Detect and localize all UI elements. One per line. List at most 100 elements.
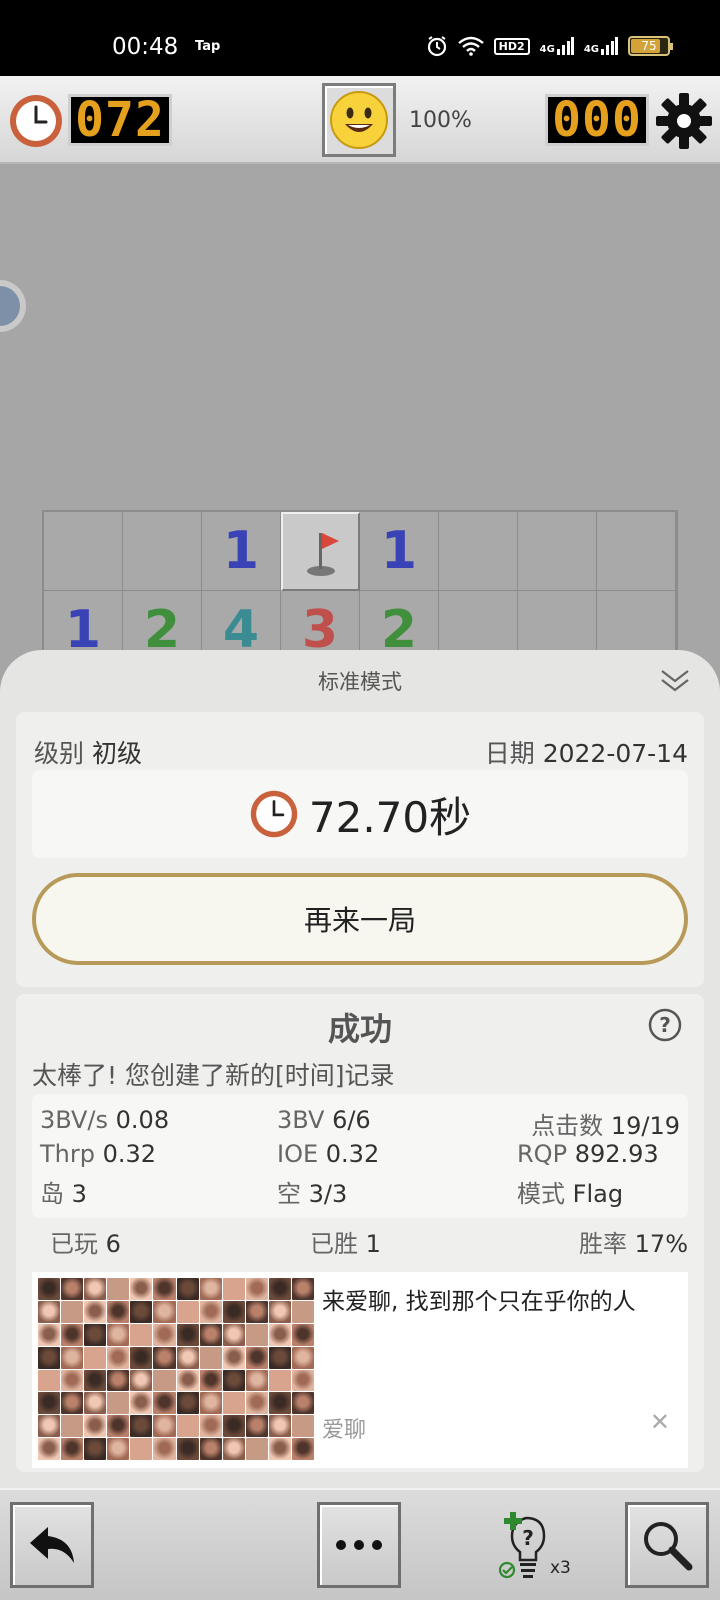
ad-thumbnail-tile [268,1415,291,1438]
replay-button[interactable]: 再来一局 [32,873,688,965]
ad-thumbnail-tile [84,1278,107,1300]
signal-2-icon: 4G [584,37,618,55]
ad-thumbnail-tile [222,1415,245,1438]
level-label: 级别 [34,739,85,768]
ad-thumbnail-tile [176,1438,199,1460]
stat-3bv: 3BV 6/6 [277,1106,371,1134]
ad-text[interactable]: 来爱聊, 找到那个只在乎你的人 [322,1282,636,1316]
number-cell[interactable]: 1 [202,512,281,591]
ad-thumbnail-tile [268,1323,291,1346]
hint-button[interactable]: ? x3 [498,1512,578,1588]
ad-thumbnail-tile [153,1369,176,1392]
ad-thumbnail-tile [130,1415,153,1438]
ad-banner[interactable]: 来爱聊, 找到那个只在乎你的人 爱聊 ✕ [32,1272,688,1468]
smiley-button[interactable] [322,83,396,157]
ad-thumbnail-tile [107,1346,130,1369]
ad-thumbnail-tile [61,1346,84,1369]
date-label: 日期 [484,739,535,768]
date-value: 2022-07-14 [542,739,688,768]
ad-thumbnail-tile [291,1278,314,1300]
ad-thumbnail-tile [38,1438,61,1460]
ad-thumbnail-tile [61,1323,84,1346]
ad-thumbnail-tile [38,1300,61,1323]
ad-thumbnail-tile [222,1278,245,1300]
empty-cell[interactable] [123,512,202,591]
ad-thumbnail-tile [176,1369,199,1392]
svg-text:?: ? [522,1526,534,1550]
ad-thumbnail-tile [245,1392,268,1415]
bottom-toolbar: ? x3 [0,1488,720,1600]
ad-thumbnail-tile [222,1346,245,1369]
more-dots-icon [336,1540,382,1550]
time-card: 级别 初级 日期 2022-07-14 72.70秒 再来一局 [16,712,704,987]
ad-thumbnail-tile [107,1438,130,1460]
zoom-level[interactable]: 100% [409,108,472,133]
ad-thumbnail-tile [199,1369,222,1392]
network-type-1: 4G [539,44,555,55]
date-info: 日期 2022-07-14 [485,734,688,770]
more-button[interactable] [317,1502,401,1588]
ad-thumbnail-tile [222,1300,245,1323]
ad-thumbnail-tile [107,1323,130,1346]
result-title: 成功 [327,1010,392,1048]
ad-thumbnail-tile [84,1323,107,1346]
ad-thumbnail-tile [153,1438,176,1460]
search-button[interactable] [625,1502,709,1588]
ad-thumbnail-tile [268,1392,291,1415]
ad-thumbnail-tile [245,1323,268,1346]
ad-thumbnail-tile [130,1369,153,1392]
cell-number: 1 [380,521,418,581]
undo-button[interactable] [10,1502,94,1588]
help-icon[interactable]: ? [648,1008,682,1042]
ad-thumbnail-tile [268,1278,291,1300]
ad-thumbnail-tile [291,1300,314,1323]
stat-clicks: 点击数 19/19 [531,1112,680,1140]
ad-thumbnail-tile [176,1300,199,1323]
empty-cell[interactable] [597,512,676,591]
ad-thumbnail-tile [291,1369,314,1392]
ad-thumbnail-tile [199,1415,222,1438]
ad-image[interactable] [38,1278,314,1460]
ad-thumbnail-tile [84,1369,107,1392]
hint-count: x3 [550,1558,571,1578]
ad-close-button[interactable]: ✕ [650,1408,670,1436]
ad-thumbnail-tile [153,1278,176,1300]
ad-thumbnail-tile [199,1438,222,1460]
ad-thumbnail-tile [130,1346,153,1369]
stat-3bv-per-s: 3BV/s 0.08 [40,1106,170,1134]
empty-cell[interactable] [518,512,597,591]
ad-thumbnail-tile [38,1369,61,1392]
timer-display: 072 [68,94,172,146]
network-type-2: 4G [583,44,599,55]
ad-thumbnail-tile [38,1415,61,1438]
gear-icon[interactable] [655,92,713,150]
ad-thumbnail-tile [153,1346,176,1369]
ad-thumbnail-tile [130,1300,153,1323]
flagged-cell[interactable] [281,512,360,591]
ad-thumbnail-tile [245,1300,268,1323]
undo-arrow-icon [30,1527,74,1563]
ad-thumbnail-tile [199,1300,222,1323]
empty-cell[interactable] [439,512,518,591]
lightbulb-hint-icon: ? [498,1512,546,1579]
ad-thumbnail-tile [84,1300,107,1323]
ad-thumbnail-tile [84,1346,107,1369]
empty-cell[interactable] [44,512,123,591]
ad-thumbnail-tile [130,1278,153,1300]
status-bar: 00:48 Tap HD2 4G 4G 75 [0,0,720,76]
floating-bubble-icon[interactable] [0,278,28,334]
ad-thumbnail-tile [268,1438,291,1460]
number-cell[interactable]: 1 [360,512,439,591]
ad-thumbnail-tile [245,1415,268,1438]
ad-thumbnail-tile [291,1346,314,1369]
played-count: 已玩 6 [50,1230,121,1258]
ad-thumbnail-tile [199,1278,222,1300]
ad-thumbnail-tile [199,1323,222,1346]
ad-thumbnail-tile [38,1346,61,1369]
game-header: 072 100% 000 [0,76,720,164]
stats-grid: 3BV/s 0.08 3BV 6/6 点击数 19/19 Thrp 0.32 I… [32,1094,688,1218]
ad-thumbnail-tile [199,1392,222,1415]
signal-1-icon: 4G [540,37,574,55]
collapse-chevron-icon[interactable] [660,668,690,694]
stat-empty: 空 3/3 [277,1180,348,1208]
